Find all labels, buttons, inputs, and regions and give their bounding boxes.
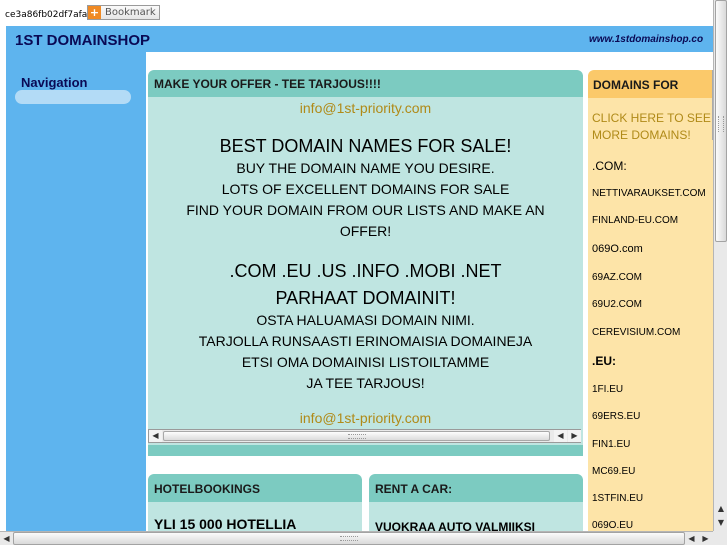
offer-panel-footer — [148, 445, 583, 456]
offer-line: FIND YOUR DOMAIN FROM OUR LISTS AND MAKE… — [186, 202, 545, 218]
navigation-title: Navigation — [21, 75, 88, 90]
site-title[interactable]: 1ST DOMAINSHOP — [15, 32, 150, 49]
offer-line: BEST DOMAIN NAMES FOR SALE! — [219, 136, 512, 156]
web-page: ce3a86fb02df7afa + Bookmark 1ST DOMAINSH… — [0, 0, 713, 531]
offer-line: JA TEE TARJOUS! — [306, 375, 425, 391]
domain-link[interactable]: 069O.com — [592, 243, 643, 255]
hotel-text[interactable]: YLI 15 000 HOTELLIA — [154, 516, 296, 531]
page-horizontal-scrollbar[interactable]: ◀ ◀ ▶ — [0, 531, 713, 545]
site-url[interactable]: www.1stdomainshop.co — [589, 34, 703, 45]
bookmark-button[interactable]: + Bookmark — [87, 5, 160, 20]
hotel-heading: HOTELBOOKINGS — [154, 482, 261, 496]
vertical-scrollbar-thumb[interactable] — [715, 0, 727, 242]
offer-line: .COM .EU .US .INFO .MOBI .NET — [229, 261, 502, 281]
scroll-left-icon[interactable]: ◀ — [554, 430, 567, 442]
more-domains-link-line: MORE DOMAINS! — [592, 128, 691, 142]
navigation-menu-item[interactable] — [15, 90, 131, 104]
domains-heading: DOMAINS FOR — [593, 78, 679, 92]
scroll-left-icon[interactable]: ◀ — [685, 532, 698, 545]
domain-link[interactable]: NETTIVARAUKSET.COM — [592, 188, 706, 199]
more-domains-link[interactable]: CLICK HERE TO SEE MORE DOMAINS! — [592, 110, 711, 144]
car-rental-text[interactable]: VUOKRAA AUTO VALMIIKSI — [375, 520, 535, 531]
domain-link[interactable]: MC69.EU — [592, 466, 635, 477]
offer-panel: MAKE YOUR OFFER - TEE TARJOUS!!!! info@1… — [148, 70, 583, 456]
offer-line: LOTS OF EXCELLENT DOMAINS FOR SALE — [221, 181, 510, 197]
domain-link[interactable]: 69U2.COM — [592, 299, 642, 310]
domain-link[interactable]: CEREVISIUM.COM — [592, 327, 680, 338]
hotel-panel: HOTELBOOKINGS YLI 15 000 HOTELLIA — [148, 474, 362, 531]
email-link-top[interactable]: info@1st-priority.com — [148, 100, 583, 116]
horizontal-scrollbar-thumb[interactable] — [13, 532, 685, 545]
scroll-up-icon[interactable]: ▲ — [715, 502, 727, 515]
site-header: 1ST DOMAINSHOP www.1stdomainshop.co — [6, 26, 713, 52]
domain-link[interactable]: FIN1.EU — [592, 439, 630, 450]
domains-panel-header: DOMAINS FOR — [588, 70, 713, 98]
eu-section-label: .EU: — [592, 354, 616, 368]
offer-line: OSTA HALUAMASI DOMAIN NIMI. — [256, 312, 475, 328]
top-strip: ce3a86fb02df7afa + Bookmark — [0, 0, 713, 26]
offer-line: BUY THE DOMAIN NAME YOU DESIRE. — [236, 160, 495, 176]
offer-line: ETSI OMA DOMAINISI LISTOILTAMME — [241, 354, 490, 370]
page-vertical-scrollbar[interactable]: ▲ ▼ — [713, 0, 727, 531]
com-section-label: .COM: — [592, 159, 627, 173]
email-link-bottom[interactable]: info@1st-priority.com — [148, 410, 583, 426]
scroll-down-icon[interactable]: ▼ — [715, 516, 727, 529]
scrollbar-corner — [713, 531, 727, 545]
car-rental-heading: RENT A CAR: — [375, 482, 453, 496]
more-domains-link-line: CLICK HERE TO SEE — [592, 111, 711, 125]
offer-line: PARHAAT DOMAINIT! — [275, 288, 456, 308]
domain-link[interactable]: 69AZ.COM — [592, 272, 642, 283]
plus-icon: + — [88, 6, 101, 19]
domain-link[interactable]: 69ERS.EU — [592, 411, 640, 422]
hotel-panel-header: HOTELBOOKINGS — [148, 474, 362, 502]
scroll-right-icon[interactable]: ▶ — [699, 532, 712, 545]
left-navigation: Navigation — [6, 52, 146, 531]
domains-panel: DOMAINS FOR CLICK HERE TO SEE MORE DOMAI… — [588, 70, 713, 531]
offer-line: TARJOLLA RUNSAASTI ERINOMAISIA DOMAINEJA — [198, 333, 533, 349]
scroll-left-icon[interactable]: ◀ — [149, 430, 162, 442]
offer-panel-header: MAKE YOUR OFFER - TEE TARJOUS!!!! — [148, 70, 583, 97]
offer-heading: MAKE YOUR OFFER - TEE TARJOUS!!!! — [154, 77, 381, 91]
domain-link[interactable]: 1FI.EU — [592, 384, 623, 395]
scroll-left-icon[interactable]: ◀ — [0, 532, 13, 545]
domain-link[interactable]: FINLAND-EU.COM — [592, 215, 678, 226]
offer-horizontal-scrollbar[interactable]: ◀ ◀ ▶ — [148, 429, 581, 443]
offer-line: OFFER! — [339, 223, 392, 239]
scrollbar-thumb[interactable] — [163, 431, 550, 441]
domain-link[interactable]: 1STFIN.EU — [592, 493, 643, 504]
scroll-right-icon[interactable]: ▶ — [568, 430, 581, 442]
bookmark-label: Bookmark — [105, 7, 156, 18]
domain-link[interactable]: 069O.EU — [592, 520, 633, 531]
site-id-text: ce3a86fb02df7afa — [5, 10, 88, 20]
car-rental-panel: RENT A CAR: VUOKRAA AUTO VALMIIKSI — [369, 474, 583, 531]
car-rental-panel-header: RENT A CAR: — [369, 474, 583, 502]
